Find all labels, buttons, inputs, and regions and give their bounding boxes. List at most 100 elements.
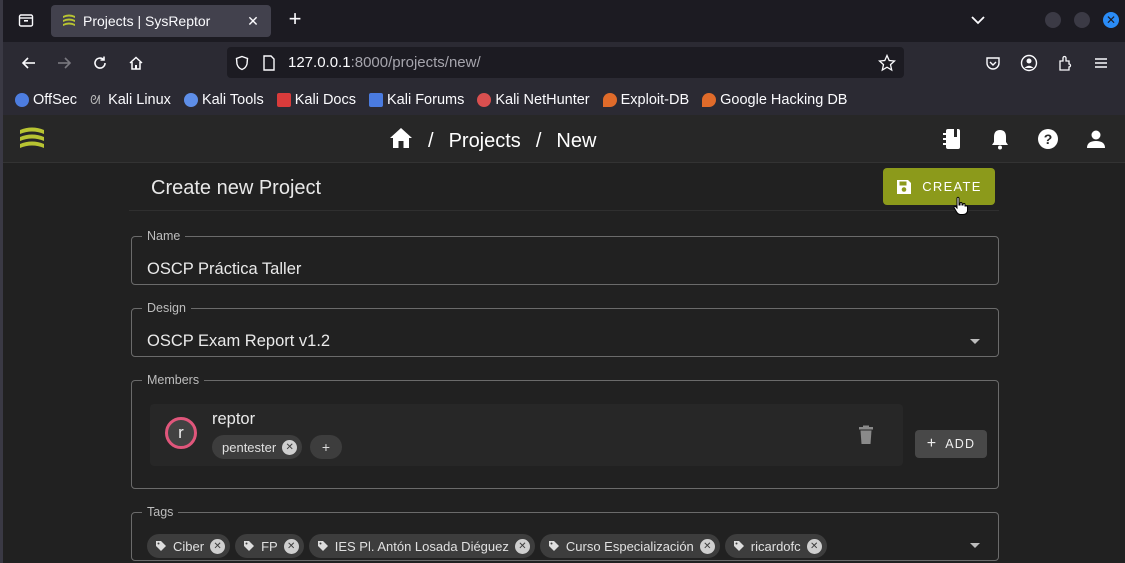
bookmark-kali-forums[interactable]: Kali Forums [368, 91, 465, 108]
tag-chip: Ciber ✕ [147, 534, 231, 558]
remove-tag-icon[interactable]: ✕ [806, 538, 822, 554]
dropdown-caret-icon[interactable] [970, 339, 980, 344]
back-arrow-icon[interactable] [18, 52, 40, 74]
tags-field[interactable]: Tags Ciber ✕ FP ✕ IES Pl. Antón Losada Dié… [131, 505, 999, 561]
name-label: Name [147, 229, 181, 243]
bookmark-label: Kali NetHunter [495, 91, 590, 108]
remove-tag-icon[interactable]: ✕ [514, 538, 530, 554]
hand-cursor-icon [953, 196, 968, 215]
url-text[interactable]: 127.0.0.1:8000/projects/new/ [288, 54, 481, 71]
svg-text:?: ? [1044, 131, 1053, 147]
new-tab-button[interactable]: + [284, 8, 306, 32]
remove-tag-icon[interactable]: ✕ [283, 538, 299, 554]
shield-icon[interactable] [233, 54, 251, 72]
tag-chip: ricardofc ✕ [724, 534, 827, 558]
minimize-button[interactable] [1045, 12, 1061, 28]
dropdown-caret-icon[interactable] [970, 543, 980, 548]
bookmark-star-icon[interactable] [878, 54, 896, 72]
add-role-button[interactable]: + [310, 435, 342, 459]
page-title: Create new Project [151, 177, 322, 199]
role-label: pentester [222, 439, 277, 455]
user-icon[interactable] [1084, 127, 1108, 151]
tag-label: Curso Especialización [565, 538, 694, 554]
forward-arrow-icon[interactable] [53, 52, 75, 74]
tag-chip: Curso Especialización ✕ [539, 534, 720, 558]
bookmark-label: Kali Forums [386, 91, 465, 108]
save-icon [897, 179, 912, 194]
bell-icon[interactable] [988, 127, 1012, 151]
name-field[interactable]: Name OSCP Práctica Taller [131, 229, 999, 285]
tag-chip: IES Pl. Antón Losada Diéguez ✕ [308, 534, 535, 558]
browser-tabstrip: Projects | SysReptor ✕ + ✕ [0, 0, 1125, 42]
plus-icon: + [926, 435, 938, 452]
bookmark-kali-linux[interactable]: ᘛ Kali Linux [90, 92, 171, 108]
menu-icon[interactable] [1090, 52, 1112, 74]
bookmark-label: Kali Tools [201, 91, 264, 108]
add-member-button[interactable]: + ADD [915, 430, 987, 458]
extensions-icon[interactable] [1054, 52, 1076, 74]
kali-forums-icon [368, 92, 383, 107]
members-field: Members r reptor pentester ✕ + + ADD [131, 373, 999, 489]
tab-list-icon[interactable] [15, 9, 37, 31]
url-bar[interactable]: 127.0.0.1:8000/projects/new/ [227, 47, 904, 78]
add-label: ADD [945, 437, 976, 451]
bookmark-kali-nethunter[interactable]: Kali NetHunter [477, 91, 590, 108]
avatar: r [165, 417, 197, 449]
breadcrumb-projects[interactable]: Projects [449, 130, 521, 153]
notebook-icon[interactable] [940, 127, 964, 151]
tag-label: IES Pl. Antón Losada Diéguez [334, 538, 509, 554]
design-select[interactable]: Design OSCP Exam Report v1.2 [131, 301, 999, 357]
bookmark-kali-docs[interactable]: Kali Docs [276, 91, 356, 108]
bookmark-exploit-db[interactable]: Exploit-DB [602, 91, 690, 108]
bookmarks-bar: OffSec ᘛ Kali Linux Kali Tools Kali Docs … [0, 84, 1125, 115]
pocket-icon[interactable] [982, 52, 1004, 74]
reload-icon[interactable] [89, 52, 111, 74]
maximize-button[interactable] [1074, 12, 1090, 28]
trash-icon[interactable] [857, 425, 875, 445]
name-input[interactable]: OSCP Práctica Taller [147, 260, 301, 279]
bookmark-kali-tools[interactable]: Kali Tools [183, 91, 264, 108]
bookmark-label: Exploit-DB [620, 91, 690, 108]
breadcrumb-separator: / [535, 129, 542, 152]
sysreptor-app: / Projects / New ? Create new Project CR… [0, 115, 1125, 563]
bookmark-google-hacking-db[interactable]: Google Hacking DB [702, 92, 847, 108]
page-header: Create new Project CREATE [129, 163, 999, 211]
main-content: Create new Project CREATE Name OSCP Prác… [3, 163, 1125, 563]
tag-icon [733, 541, 744, 551]
members-label: Members [147, 373, 200, 387]
bookmark-label: Kali Docs [294, 91, 356, 108]
bookmark-label: Google Hacking DB [720, 91, 848, 108]
create-label: CREATE [922, 179, 982, 194]
window-close-button[interactable]: ✕ [1103, 12, 1119, 28]
remove-tag-icon[interactable]: ✕ [699, 538, 715, 554]
design-value[interactable]: OSCP Exam Report v1.2 [147, 332, 330, 351]
tag-label: FP [261, 538, 278, 554]
tab-title: Projects | SysReptor [83, 13, 211, 29]
breadcrumb: / Projects / New [389, 127, 596, 155]
browser-tab-active[interactable]: Projects | SysReptor ✕ [51, 5, 271, 37]
url-path: :8000/projects/new/ [350, 54, 481, 71]
exploit-db-icon [602, 92, 617, 107]
chevron-down-icon[interactable] [967, 10, 989, 30]
kali-dragon-icon: ᘛ [90, 92, 101, 107]
create-button[interactable]: CREATE [883, 168, 995, 205]
url-host: 127.0.0.1 [288, 54, 351, 71]
tab-close-icon[interactable]: ✕ [245, 13, 261, 30]
tag-chip: FP ✕ [235, 534, 304, 558]
bookmark-label: Kali Linux [108, 91, 171, 108]
tag-icon [244, 541, 255, 551]
home-icon[interactable] [389, 127, 413, 155]
bookmark-offsec[interactable]: OffSec [15, 92, 77, 108]
home-icon[interactable] [125, 52, 147, 74]
tags-list: Ciber ✕ FP ✕ IES Pl. Antón Losada Diéguez ✕… [147, 534, 827, 558]
breadcrumb-separator: / [428, 129, 434, 152]
offsec-icon [15, 92, 29, 107]
account-icon[interactable] [1018, 52, 1040, 74]
tag-icon [156, 541, 166, 551]
remove-tag-icon[interactable]: ✕ [210, 538, 226, 554]
sysreptor-logo[interactable] [17, 124, 47, 154]
page-icon[interactable] [260, 54, 278, 72]
remove-role-icon[interactable]: ✕ [282, 439, 298, 455]
help-icon[interactable]: ? [1036, 127, 1060, 151]
ghdb-icon [702, 92, 717, 107]
